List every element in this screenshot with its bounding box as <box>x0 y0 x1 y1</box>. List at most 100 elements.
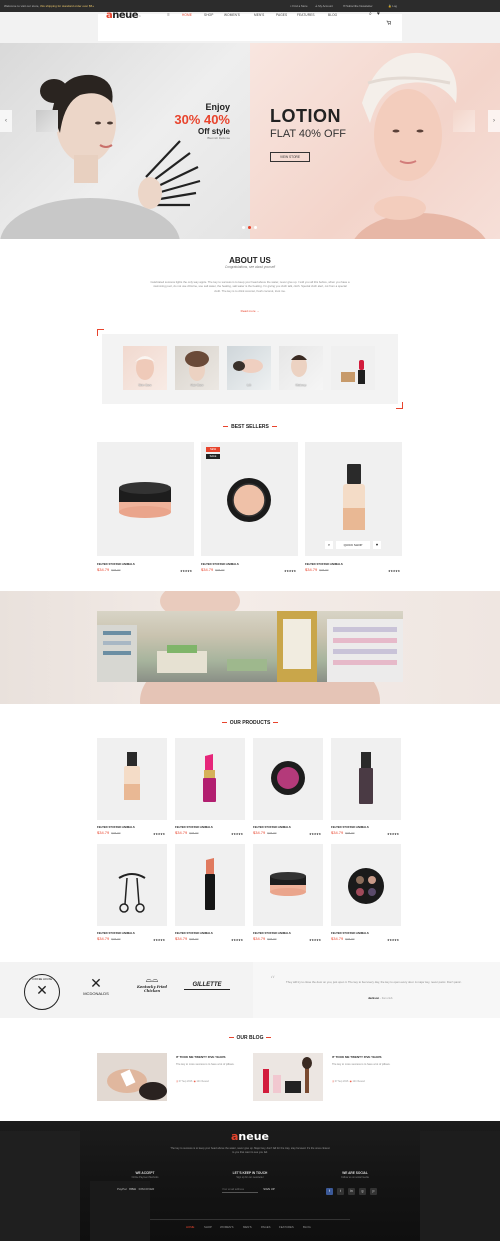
product-name[interactable]: FELTED STUFFED ANIMALS <box>253 931 291 935</box>
hero-next-arrow[interactable]: › <box>488 110 500 132</box>
product-card-image[interactable] <box>97 844 167 926</box>
product-name[interactable]: FELTED STUFFED ANIMALS <box>97 931 135 935</box>
hero-prev-arrow[interactable]: ‹ <box>0 110 12 132</box>
footer-nav-shop[interactable]: SHOP <box>204 1225 212 1229</box>
footer-nav-womens[interactable]: WOMEN'S <box>220 1225 233 1229</box>
find-store-link[interactable]: ⌖ Find a Store <box>290 4 308 8</box>
pinterest-icon[interactable]: p <box>370 1188 377 1195</box>
blog-post-image[interactable] <box>97 1053 167 1101</box>
hero-prev-thumb[interactable] <box>36 110 58 132</box>
hero-dot-2[interactable] <box>248 226 251 229</box>
heart-icon[interactable]: ♥ <box>377 12 382 17</box>
category-makeup[interactable]: Makeup <box>279 346 323 390</box>
cart-icon[interactable] <box>386 12 392 25</box>
nav-shop[interactable]: SHOP <box>204 13 213 17</box>
nav-womens[interactable]: WOMEN'S <box>224 13 240 17</box>
we-are-social-title: WE ARE SOCIAL <box>342 1171 368 1175</box>
search-icon[interactable]: ⌕ <box>325 541 333 549</box>
product-card-image[interactable] <box>175 844 245 926</box>
brand-logo-coffee-house[interactable]: COFFEE HOUSE ✕ <box>24 974 60 1010</box>
testimonial-author: Jackson - Fan club <box>368 996 393 1000</box>
quick-shop-button[interactable]: QUICK SHOP <box>336 541 370 549</box>
category-lift[interactable]: Lift <box>227 346 271 390</box>
nav-home[interactable]: HOME <box>182 13 192 17</box>
brand-logo-mcdonalds[interactable]: ✕ MCDONALDS <box>76 975 116 996</box>
blog-post-excerpt: The key to more success is to have a lot… <box>332 1063 391 1066</box>
product-card-image[interactable] <box>253 844 323 926</box>
blog-post-title[interactable]: IT TOOK ME TWENTY FIVE YEARS <box>332 1055 382 1059</box>
product-name[interactable]: FELTED STUFFED ANIMALS <box>175 931 213 935</box>
footer-logo[interactable]: aneue <box>0 1130 500 1143</box>
view-store-button[interactable]: VIEW STORE <box>270 152 310 162</box>
footer-nav-pages[interactable]: PAGES <box>261 1225 270 1229</box>
product-name[interactable]: FELTED STUFFED ANIMALS <box>97 562 135 566</box>
newsletter-email-input[interactable] <box>222 1186 258 1193</box>
category-skin-care[interactable]: Skin Care <box>123 346 167 390</box>
product-card-image[interactable] <box>305 442 402 556</box>
testimonial-box <box>253 962 500 1018</box>
footer-nav-mens[interactable]: MEN'S <box>243 1225 252 1229</box>
footer-nav-features[interactable]: FEATURES <box>279 1225 294 1229</box>
product-name[interactable]: FELTED STUFFED ANIMALS <box>331 931 369 935</box>
google-icon[interactable]: g <box>359 1188 366 1195</box>
login-link[interactable]: 🔒 Log <box>388 4 397 8</box>
brand-logo-gillette[interactable]: GILLETTE <box>184 982 230 990</box>
visa-logo: VISA <box>129 1187 137 1191</box>
footer-nav-blog[interactable]: BLOG <box>303 1225 311 1229</box>
newsletter-link[interactable]: ✉ Subscribe Newsletter <box>343 4 373 8</box>
read-more-link[interactable]: Read more → <box>0 309 500 313</box>
site-header <box>0 12 500 43</box>
product-card-image[interactable] <box>97 442 194 556</box>
product-name[interactable]: FELTED STUFFED ANIMALS <box>253 825 291 829</box>
signup-button[interactable]: SIGN UP <box>260 1186 278 1193</box>
nav-blog[interactable]: BLOG <box>328 13 337 17</box>
footer-nav-home[interactable]: HOME <box>186 1225 194 1229</box>
product-name[interactable]: FELTED STUFFED ANIMALS <box>175 825 213 829</box>
paypal-logo: PayPal <box>117 1187 127 1191</box>
hero-left-line1: Enjoy <box>205 102 230 112</box>
nav-mens[interactable]: MEN'S <box>254 13 264 17</box>
rating-stars: ★★★★★ <box>388 569 400 573</box>
blog-post-excerpt: The key to more success is to have a lot… <box>176 1063 235 1066</box>
site-logo[interactable]: aneue™ <box>106 10 141 21</box>
facebook-icon[interactable]: f <box>326 1188 333 1195</box>
blog-post-image[interactable] <box>253 1053 323 1101</box>
product-card-image[interactable] <box>97 738 167 820</box>
product-name[interactable]: FELTED STUFFED ANIMALS <box>97 825 135 829</box>
category-lipstick[interactable] <box>331 346 375 390</box>
hero-slide-right[interactable] <box>250 43 500 239</box>
product-card-image[interactable] <box>331 844 401 926</box>
product-card-image[interactable] <box>331 738 401 820</box>
hero-dot-1[interactable] <box>242 226 245 229</box>
product-name[interactable]: FELTED STUFFED ANIMALS <box>331 825 369 829</box>
rating-stars: ★★★★★ <box>309 832 321 836</box>
product-card-image[interactable] <box>201 442 298 556</box>
hero-next-thumb[interactable] <box>453 110 475 132</box>
brand-logo-kfc[interactable]: ⌓⌓ Kentucky Fried Chicken <box>130 975 174 993</box>
lipstick-image <box>205 858 215 910</box>
product-card-image[interactable] <box>175 738 245 820</box>
eyeshadow-image <box>271 761 305 795</box>
hero-dot-3[interactable] <box>254 226 257 229</box>
new-badge: NEW <box>206 447 220 452</box>
blog-post-title[interactable]: IT TOOK ME TWENTY FIVE YEARS <box>176 1055 226 1059</box>
menu-icon[interactable]: ☰ <box>167 13 170 17</box>
nav-features[interactable]: FEATURES <box>297 13 315 17</box>
product-name[interactable]: FELTED STUFFED ANIMALS <box>201 562 239 566</box>
linkedin-icon[interactable]: in <box>348 1188 355 1195</box>
rating-stars: ★★★★★ <box>387 938 399 942</box>
nail-polish-image <box>359 752 373 804</box>
my-account-link[interactable]: ♙ My Account <box>315 4 333 8</box>
search-icon[interactable]: ⌕ <box>369 12 374 17</box>
product-card-image[interactable] <box>253 738 323 820</box>
product-name[interactable]: FELTED STUFFED ANIMALS <box>305 562 343 566</box>
discover-logo: DISCOVER <box>138 1187 155 1191</box>
hero-slide-left[interactable] <box>0 43 250 239</box>
heart-icon[interactable]: ♥ <box>373 541 381 549</box>
product-price: $34.79 $36.00 <box>253 830 277 835</box>
twitter-icon[interactable]: t <box>337 1188 344 1195</box>
product-price: $34.79 $36.00 <box>97 567 121 572</box>
category-hair-care[interactable]: Hair Care <box>175 346 219 390</box>
nav-pages[interactable]: PAGES <box>276 13 287 17</box>
category-label: Hair Care <box>190 383 204 387</box>
